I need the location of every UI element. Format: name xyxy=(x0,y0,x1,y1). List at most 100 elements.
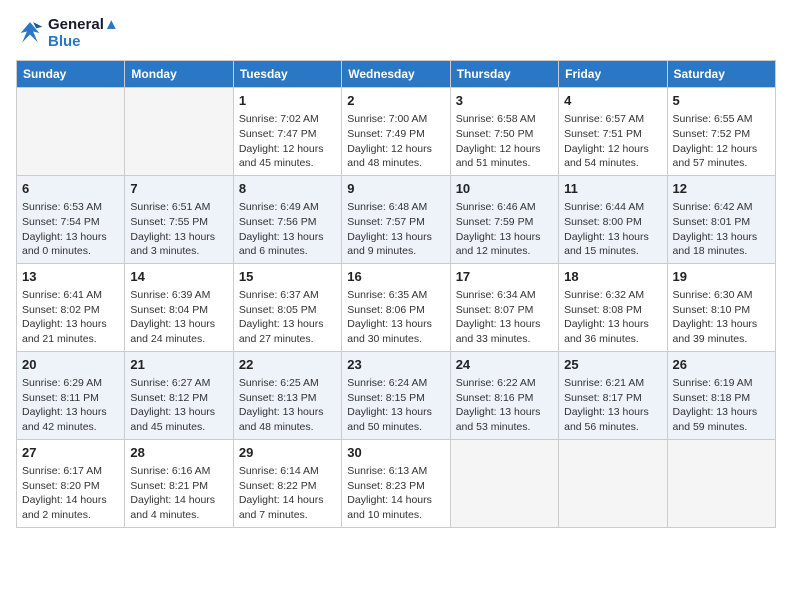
day-number: 17 xyxy=(456,268,553,286)
col-sunday: Sunday xyxy=(17,61,125,88)
calendar-week-row: 20 Sunrise: 6:29 AM Sunset: 8:11 PM Dayli… xyxy=(17,351,776,439)
day-info: Sunrise: 6:49 AM Sunset: 7:56 PM Dayligh… xyxy=(239,200,336,259)
day-info: Sunrise: 6:19 AM Sunset: 8:18 PM Dayligh… xyxy=(673,376,770,435)
day-number: 20 xyxy=(22,356,119,374)
day-number: 24 xyxy=(456,356,553,374)
calendar-cell: 5 Sunrise: 6:55 AM Sunset: 7:52 PM Daylig… xyxy=(667,88,775,176)
day-info: Sunrise: 7:00 AM Sunset: 7:49 PM Dayligh… xyxy=(347,112,444,171)
day-info: Sunrise: 6:41 AM Sunset: 8:02 PM Dayligh… xyxy=(22,288,119,347)
calendar-cell: 19 Sunrise: 6:30 AM Sunset: 8:10 PM Dayli… xyxy=(667,263,775,351)
day-number: 14 xyxy=(130,268,227,286)
calendar-week-row: 13 Sunrise: 6:41 AM Sunset: 8:02 PM Dayli… xyxy=(17,263,776,351)
day-number: 3 xyxy=(456,92,553,110)
calendar-cell: 13 Sunrise: 6:41 AM Sunset: 8:02 PM Dayli… xyxy=(17,263,125,351)
calendar-cell: 18Sunrise: 6:32 AM Sunset: 8:08 PM Dayli… xyxy=(559,263,667,351)
day-number: 26 xyxy=(673,356,770,374)
calendar-cell: 12 Sunrise: 6:42 AM Sunset: 8:01 PM Dayli… xyxy=(667,175,775,263)
col-monday: Monday xyxy=(125,61,233,88)
day-number: 15 xyxy=(239,268,336,286)
day-number: 19 xyxy=(673,268,770,286)
day-number: 13 xyxy=(22,268,119,286)
day-info: Sunrise: 6:53 AM Sunset: 7:54 PM Dayligh… xyxy=(22,200,119,259)
day-info: Sunrise: 6:17 AM Sunset: 8:20 PM Dayligh… xyxy=(22,464,119,523)
calendar-body: 1 Sunrise: 7:02 AM Sunset: 7:47 PM Daylig… xyxy=(17,88,776,528)
day-number: 1 xyxy=(239,92,336,110)
logo-text: General▲ Blue xyxy=(48,16,119,50)
day-number: 7 xyxy=(130,180,227,198)
day-info: Sunrise: 7:02 AM Sunset: 7:47 PM Dayligh… xyxy=(239,112,336,171)
day-number: 25 xyxy=(564,356,661,374)
calendar-cell: 23Sunrise: 6:24 AM Sunset: 8:15 PM Dayli… xyxy=(342,351,450,439)
day-number: 12 xyxy=(673,180,770,198)
day-info: Sunrise: 6:16 AM Sunset: 8:21 PM Dayligh… xyxy=(130,464,227,523)
day-number: 16 xyxy=(347,268,444,286)
day-number: 6 xyxy=(22,180,119,198)
day-info: Sunrise: 6:55 AM Sunset: 7:52 PM Dayligh… xyxy=(673,112,770,171)
calendar-cell xyxy=(559,439,667,527)
day-info: Sunrise: 6:39 AM Sunset: 8:04 PM Dayligh… xyxy=(130,288,227,347)
day-info: Sunrise: 6:37 AM Sunset: 8:05 PM Dayligh… xyxy=(239,288,336,347)
day-number: 28 xyxy=(130,444,227,462)
calendar-cell xyxy=(667,439,775,527)
col-tuesday: Tuesday xyxy=(233,61,341,88)
calendar-cell: 10 Sunrise: 6:46 AM Sunset: 7:59 PM Dayli… xyxy=(450,175,558,263)
day-number: 8 xyxy=(239,180,336,198)
calendar-table: Sunday Monday Tuesday Wednesday Thursday… xyxy=(16,60,776,528)
day-number: 30 xyxy=(347,444,444,462)
logo: General▲ Blue xyxy=(16,16,119,50)
calendar-cell: 15 Sunrise: 6:37 AM Sunset: 8:05 PM Dayli… xyxy=(233,263,341,351)
calendar-cell: 25 Sunrise: 6:21 AM Sunset: 8:17 PM Dayli… xyxy=(559,351,667,439)
calendar-cell: 21 Sunrise: 6:27 AM Sunset: 8:12 PM Dayli… xyxy=(125,351,233,439)
day-number: 18 xyxy=(564,268,661,286)
day-number: 5 xyxy=(673,92,770,110)
calendar-header-row: Sunday Monday Tuesday Wednesday Thursday… xyxy=(17,61,776,88)
calendar-cell: 29 Sunrise: 6:14 AM Sunset: 8:22 PM Dayli… xyxy=(233,439,341,527)
day-info: Sunrise: 6:57 AM Sunset: 7:51 PM Dayligh… xyxy=(564,112,661,171)
day-number: 10 xyxy=(456,180,553,198)
logo-icon xyxy=(16,19,44,47)
calendar-week-row: 1 Sunrise: 7:02 AM Sunset: 7:47 PM Daylig… xyxy=(17,88,776,176)
calendar-cell: 11 Sunrise: 6:44 AM Sunset: 8:00 PM Dayli… xyxy=(559,175,667,263)
day-info: Sunrise: 6:24 AM Sunset: 8:15 PM Dayligh… xyxy=(347,376,444,435)
calendar-cell: 17Sunrise: 6:34 AM Sunset: 8:07 PM Dayli… xyxy=(450,263,558,351)
day-number: 22 xyxy=(239,356,336,374)
col-thursday: Thursday xyxy=(450,61,558,88)
calendar-cell xyxy=(125,88,233,176)
day-info: Sunrise: 6:22 AM Sunset: 8:16 PM Dayligh… xyxy=(456,376,553,435)
day-info: Sunrise: 6:21 AM Sunset: 8:17 PM Dayligh… xyxy=(564,376,661,435)
day-number: 9 xyxy=(347,180,444,198)
day-number: 11 xyxy=(564,180,661,198)
day-info: Sunrise: 6:48 AM Sunset: 7:57 PM Dayligh… xyxy=(347,200,444,259)
day-info: Sunrise: 6:14 AM Sunset: 8:22 PM Dayligh… xyxy=(239,464,336,523)
calendar-cell: 2 Sunrise: 7:00 AM Sunset: 7:49 PM Daylig… xyxy=(342,88,450,176)
calendar-cell: 14 Sunrise: 6:39 AM Sunset: 8:04 PM Dayli… xyxy=(125,263,233,351)
calendar-cell: 22 Sunrise: 6:25 AM Sunset: 8:13 PM Dayli… xyxy=(233,351,341,439)
day-info: Sunrise: 6:44 AM Sunset: 8:00 PM Dayligh… xyxy=(564,200,661,259)
day-info: Sunrise: 6:30 AM Sunset: 8:10 PM Dayligh… xyxy=(673,288,770,347)
day-info: Sunrise: 6:25 AM Sunset: 8:13 PM Dayligh… xyxy=(239,376,336,435)
day-info: Sunrise: 6:29 AM Sunset: 8:11 PM Dayligh… xyxy=(22,376,119,435)
day-info: Sunrise: 6:58 AM Sunset: 7:50 PM Dayligh… xyxy=(456,112,553,171)
day-number: 21 xyxy=(130,356,227,374)
calendar-cell: 27 Sunrise: 6:17 AM Sunset: 8:20 PM Dayli… xyxy=(17,439,125,527)
col-friday: Friday xyxy=(559,61,667,88)
calendar-week-row: 27 Sunrise: 6:17 AM Sunset: 8:20 PM Dayli… xyxy=(17,439,776,527)
day-info: Sunrise: 6:35 AM Sunset: 8:06 PM Dayligh… xyxy=(347,288,444,347)
calendar-cell xyxy=(17,88,125,176)
calendar-cell: 4 Sunrise: 6:57 AM Sunset: 7:51 PM Daylig… xyxy=(559,88,667,176)
calendar-cell: 6 Sunrise: 6:53 AM Sunset: 7:54 PM Daylig… xyxy=(17,175,125,263)
day-info: Sunrise: 6:46 AM Sunset: 7:59 PM Dayligh… xyxy=(456,200,553,259)
calendar-cell: 28 Sunrise: 6:16 AM Sunset: 8:21 PM Dayli… xyxy=(125,439,233,527)
day-number: 2 xyxy=(347,92,444,110)
calendar-cell xyxy=(450,439,558,527)
day-info: Sunrise: 6:42 AM Sunset: 8:01 PM Dayligh… xyxy=(673,200,770,259)
day-info: Sunrise: 6:27 AM Sunset: 8:12 PM Dayligh… xyxy=(130,376,227,435)
calendar-cell: 30Sunrise: 6:13 AM Sunset: 8:23 PM Dayli… xyxy=(342,439,450,527)
day-number: 29 xyxy=(239,444,336,462)
calendar-cell: 7Sunrise: 6:51 AM Sunset: 7:55 PM Daylig… xyxy=(125,175,233,263)
calendar-cell: 16 Sunrise: 6:35 AM Sunset: 8:06 PM Dayli… xyxy=(342,263,450,351)
calendar-cell: 9 Sunrise: 6:48 AM Sunset: 7:57 PM Daylig… xyxy=(342,175,450,263)
col-wednesday: Wednesday xyxy=(342,61,450,88)
day-number: 27 xyxy=(22,444,119,462)
day-number: 4 xyxy=(564,92,661,110)
